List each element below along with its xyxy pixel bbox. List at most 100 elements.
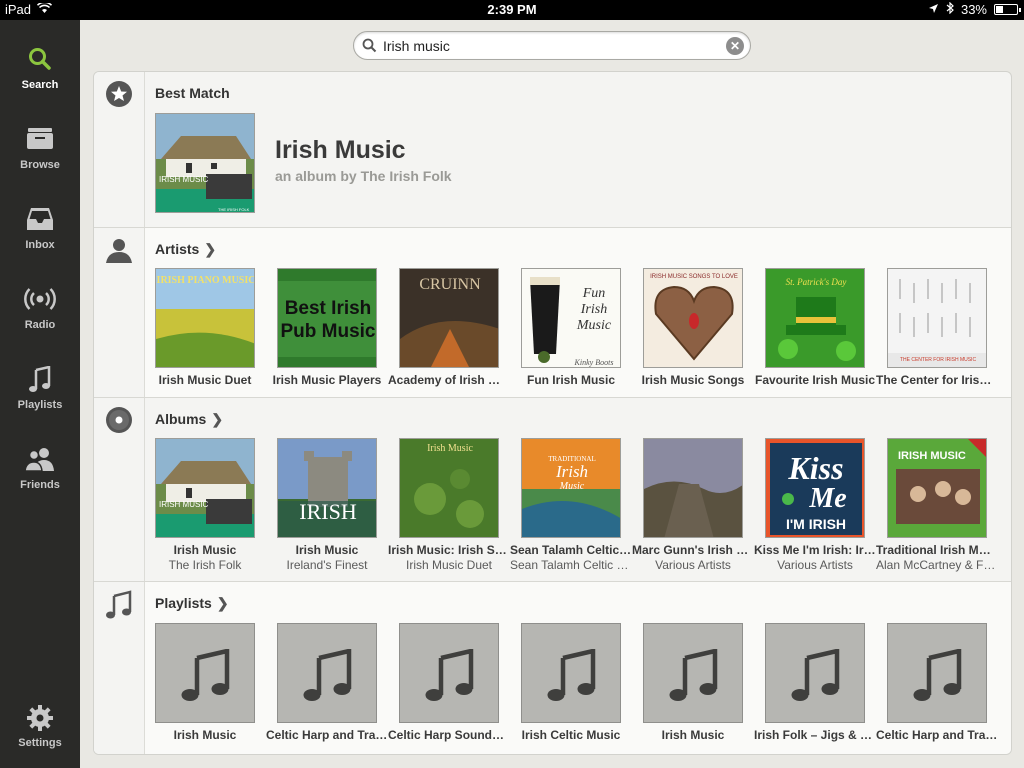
- artist-name: Academy of Irish Music: [388, 373, 510, 387]
- music-note-icon: [425, 649, 474, 701]
- playlist-tile[interactable]: [155, 623, 255, 723]
- album-tile[interactable]: [643, 438, 743, 538]
- album-title: Sean Talamh Celtic Music: [510, 543, 632, 557]
- album-title: Kiss Me I'm Irish: Irish Music: [754, 543, 876, 557]
- album-tile[interactable]: IRISH MUSIC: [155, 438, 255, 538]
- artist-tile[interactable]: CRUINN: [399, 268, 499, 368]
- albums-header[interactable]: Albums ❯: [155, 411, 223, 428]
- sidebar-item-browse[interactable]: Browse: [0, 118, 80, 190]
- best-match-subtitle: an album by The Irish Folk: [275, 168, 452, 184]
- search-icon: [0, 38, 80, 78]
- album-tile[interactable]: Kiss Me I'M IRISH: [765, 438, 865, 538]
- music-note-icon: [303, 649, 352, 701]
- music-note-icon: [669, 649, 718, 701]
- cover-text: CRUINN: [419, 276, 481, 293]
- cover-text: Music: [576, 318, 612, 333]
- album-title: Irish Music: [295, 543, 359, 557]
- playlist-name: Irish Music: [661, 728, 725, 742]
- sidebar-label: Search: [21, 79, 59, 91]
- best-match-header: Best Match: [155, 85, 230, 101]
- results-panel: Best Match IRISH MUSIC THE IRISH FOLK Ir…: [93, 71, 1012, 755]
- clear-search-button[interactable]: ✕: [726, 37, 744, 55]
- sidebar-item-inbox[interactable]: Inbox: [0, 198, 80, 270]
- artists-header[interactable]: Artists ❯: [155, 241, 216, 258]
- playlist-tile[interactable]: [887, 623, 987, 723]
- search-input[interactable]: [383, 36, 713, 55]
- playlist-tile[interactable]: [399, 623, 499, 723]
- cover-text: Kiss: [787, 450, 843, 486]
- cover-text: IRISH MUSIC: [898, 450, 966, 462]
- music-note-icon: [913, 649, 962, 701]
- artist-tile[interactable]: IRISH PIANO MUSIC: [155, 268, 255, 368]
- chevron-right-icon: ❯: [211, 411, 224, 427]
- sidebar-label: Friends: [20, 479, 60, 491]
- album-tile[interactable]: IRISH: [277, 438, 377, 538]
- album-artist: Ireland's Finest: [286, 558, 368, 572]
- album-tile[interactable]: Irish Music: [399, 438, 499, 538]
- artist-tile[interactable]: Best Irish Pub Music: [277, 268, 377, 368]
- album-title: Irish Music: [173, 543, 237, 557]
- best-match-cover[interactable]: IRISH MUSIC THE IRISH FOLK: [155, 113, 255, 213]
- sidebar-item-settings[interactable]: Settings: [0, 696, 80, 768]
- playlists-section: Playlists ❯ Irish Music Celtic Harp and T…: [94, 581, 1011, 754]
- playlists-header-label: Playlists: [155, 595, 212, 611]
- artist-tile[interactable]: Fun Irish Music Kinky Boots: [521, 268, 621, 368]
- cover-text: THE CENTER FOR IRISH MUSIC: [900, 357, 977, 363]
- playlist-name: Irish Folk – Jigs & Reels: [754, 728, 876, 742]
- artist-tile[interactable]: THE CENTER FOR IRISH MUSIC: [887, 268, 987, 368]
- sidebar-item-friends[interactable]: Friends: [0, 438, 80, 510]
- artist-tile[interactable]: St. Patrick's Day: [765, 268, 865, 368]
- sidebar-label: Settings: [18, 737, 62, 749]
- inbox-icon: [0, 198, 80, 238]
- albums-section: Albums ❯ IRISH MUSIC Irish Music The Iris…: [94, 397, 1011, 581]
- playlist-tile[interactable]: [643, 623, 743, 723]
- cover-text: Fun: [582, 286, 606, 301]
- cover-text: IRISH MUSIC SONGS TO LOVE: [650, 274, 738, 280]
- music-note-icon: [547, 649, 596, 701]
- artist-tile[interactable]: IRISH MUSIC SONGS TO LOVE: [643, 268, 743, 368]
- status-bar: iPad 2:39 PM 33%: [0, 0, 1024, 20]
- chevron-right-icon: ❯: [216, 595, 229, 611]
- cover-text: IRISH MUSIC: [159, 175, 209, 184]
- album-artist: Irish Music Duet: [405, 558, 493, 572]
- sidebar-item-search[interactable]: Search: [0, 38, 80, 110]
- sidebar-label: Browse: [20, 159, 60, 171]
- artist-name: Irish Music Players: [272, 373, 382, 387]
- sidebar-label: Inbox: [25, 239, 55, 251]
- artist-name: Favourite Irish Music: [754, 373, 876, 387]
- cover-text: I'M IRISH: [786, 516, 846, 532]
- artist-name: The Center for Irish Music: [876, 373, 998, 387]
- playlist-tile[interactable]: [521, 623, 621, 723]
- music-note-icon: [0, 358, 80, 398]
- playlists-header[interactable]: Playlists ❯: [155, 595, 229, 612]
- playlist-tile[interactable]: [277, 623, 377, 723]
- best-match-title[interactable]: Irish Music: [275, 136, 406, 165]
- album-artist: Alan McCartney & Friends: [876, 558, 998, 572]
- album-artist: Sean Talamh Celtic Music: [510, 558, 632, 572]
- sidebar: Search Browse Inbox Radio Playlists Frie…: [0, 20, 80, 768]
- search-bar: ✕: [353, 31, 751, 60]
- star-icon: [105, 80, 133, 113]
- music-note-icon: [791, 649, 840, 701]
- album-artist: Various Artists: [777, 558, 853, 572]
- cover-text: Irish Music: [427, 443, 473, 454]
- cover-text: Irish: [580, 302, 607, 317]
- album-tile[interactable]: IRISH MUSIC: [887, 438, 987, 538]
- search-icon: [362, 38, 377, 58]
- album-artist: Various Artists: [655, 558, 731, 572]
- chevron-right-icon: ❯: [204, 241, 217, 257]
- albums-header-label: Albums: [155, 411, 207, 427]
- cover-text: Pub Music: [280, 321, 375, 342]
- friends-icon: [0, 438, 80, 478]
- sidebar-item-radio[interactable]: Radio: [0, 278, 80, 350]
- playlist-tile[interactable]: [765, 623, 865, 723]
- battery-percent: 33%: [960, 2, 987, 17]
- playlist-name: Irish Music: [173, 728, 237, 742]
- album-tile[interactable]: TRADITIONAL Irish Music: [521, 438, 621, 538]
- battery-level: [996, 6, 1003, 13]
- cover-text: Music: [559, 481, 585, 492]
- cover-text: Me: [808, 483, 846, 514]
- sidebar-item-playlists[interactable]: Playlists: [0, 358, 80, 430]
- cover-text: IRISH: [299, 499, 357, 524]
- playlist-name: Celtic Harp Sounds of Ireland: [388, 728, 510, 742]
